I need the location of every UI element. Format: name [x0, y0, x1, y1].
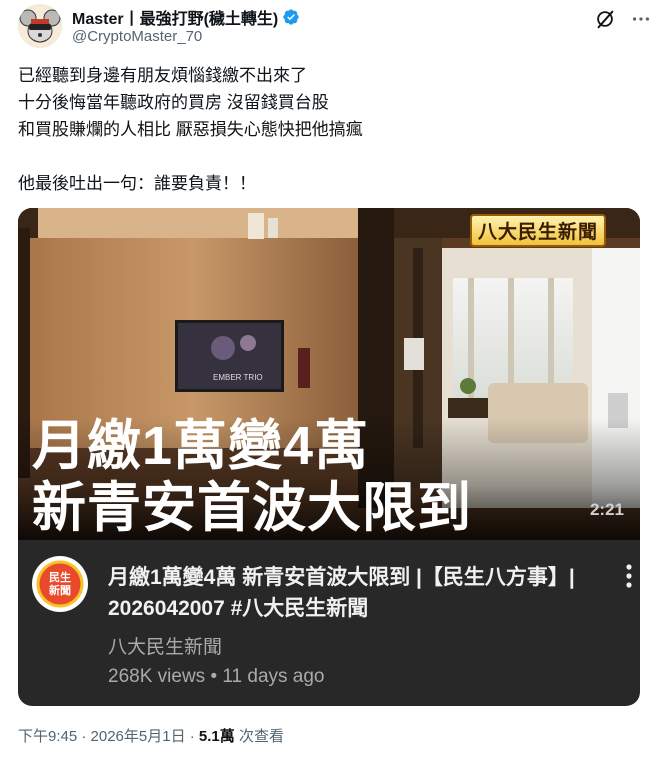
channel-name[interactable]: 八大民生新聞 — [108, 632, 222, 659]
channel-avatar[interactable]: 民生 新聞 — [32, 556, 88, 612]
tweet-text: 已經聽到身邊有朋友煩惱錢繳不出來了 十分後悔當年聽政府的買房 沒留錢買台股 和買… — [18, 62, 648, 197]
thumbnail-headline-1: 月繳1萬變4萬 — [32, 416, 370, 476]
view-label: 次查看 — [234, 728, 284, 745]
verified-badge-icon — [283, 9, 299, 25]
view-count: 5.1萬 — [198, 728, 235, 745]
author-display-name[interactable]: Master丨最強打野(穢土轉生) — [72, 5, 278, 29]
tweet-line: 他最後吐出一句：誰要負責！！ — [18, 174, 256, 193]
more-options-icon[interactable] — [630, 8, 652, 30]
video-menu-icon[interactable] — [624, 563, 634, 589]
video-thumbnail[interactable]: EMBER TRIO 八大民生新聞 月繳1萬變4萬 新青安首波大限到 2:21 — [18, 208, 640, 540]
tweet-line: 和買股賺爛的人相比 厭惡損失心態快把他搞瘋 — [18, 120, 363, 139]
tv-screen-text: EMBER TRIO — [213, 373, 263, 382]
video-duration: 2:21 — [589, 500, 624, 519]
grok-icon[interactable] — [594, 8, 616, 30]
video-stats: 268K views • 11 days ago — [108, 666, 325, 687]
thumbnail-headline-2: 新青安首波大限到 — [32, 478, 472, 538]
mouse-avatar-icon — [18, 4, 62, 48]
author-handle[interactable]: @CryptoMaster_70 — [72, 28, 202, 45]
youtube-embed-card[interactable]: EMBER TRIO 八大民生新聞 月繳1萬變4萬 新青安首波大限到 2:21 … — [18, 208, 640, 706]
tweet-header: Master丨最強打野(穢土轉生) @CryptoMaster_70 — [18, 4, 651, 48]
tweet-meta: 下午9:45 · 2026年5月1日 · 5.1萬 次查看 — [18, 725, 284, 746]
tweet-line: 十分後悔當年聽政府的買房 沒留錢買台股 — [18, 93, 329, 112]
video-title[interactable]: 月繳1萬變4萬 新青安首波大限到 |【民生八方事】| 2026042007 #八… — [108, 562, 588, 624]
author-name-row[interactable]: Master丨最強打野(穢土轉生) — [72, 5, 300, 29]
tweet-timestamp[interactable]: 下午9:45 · 2026年5月1日 · — [18, 728, 199, 745]
tweet-line: 已經聽到身邊有朋友煩惱錢繳不出來了 — [18, 66, 307, 85]
news-channel-logo: 八大民生新聞 — [470, 214, 607, 247]
channel-logo-icon: 民生 新聞 — [33, 557, 87, 611]
channel-logo-text-1: 民生 — [49, 570, 71, 584]
author-avatar[interactable] — [18, 4, 62, 48]
channel-logo-text-2: 新聞 — [49, 583, 71, 597]
